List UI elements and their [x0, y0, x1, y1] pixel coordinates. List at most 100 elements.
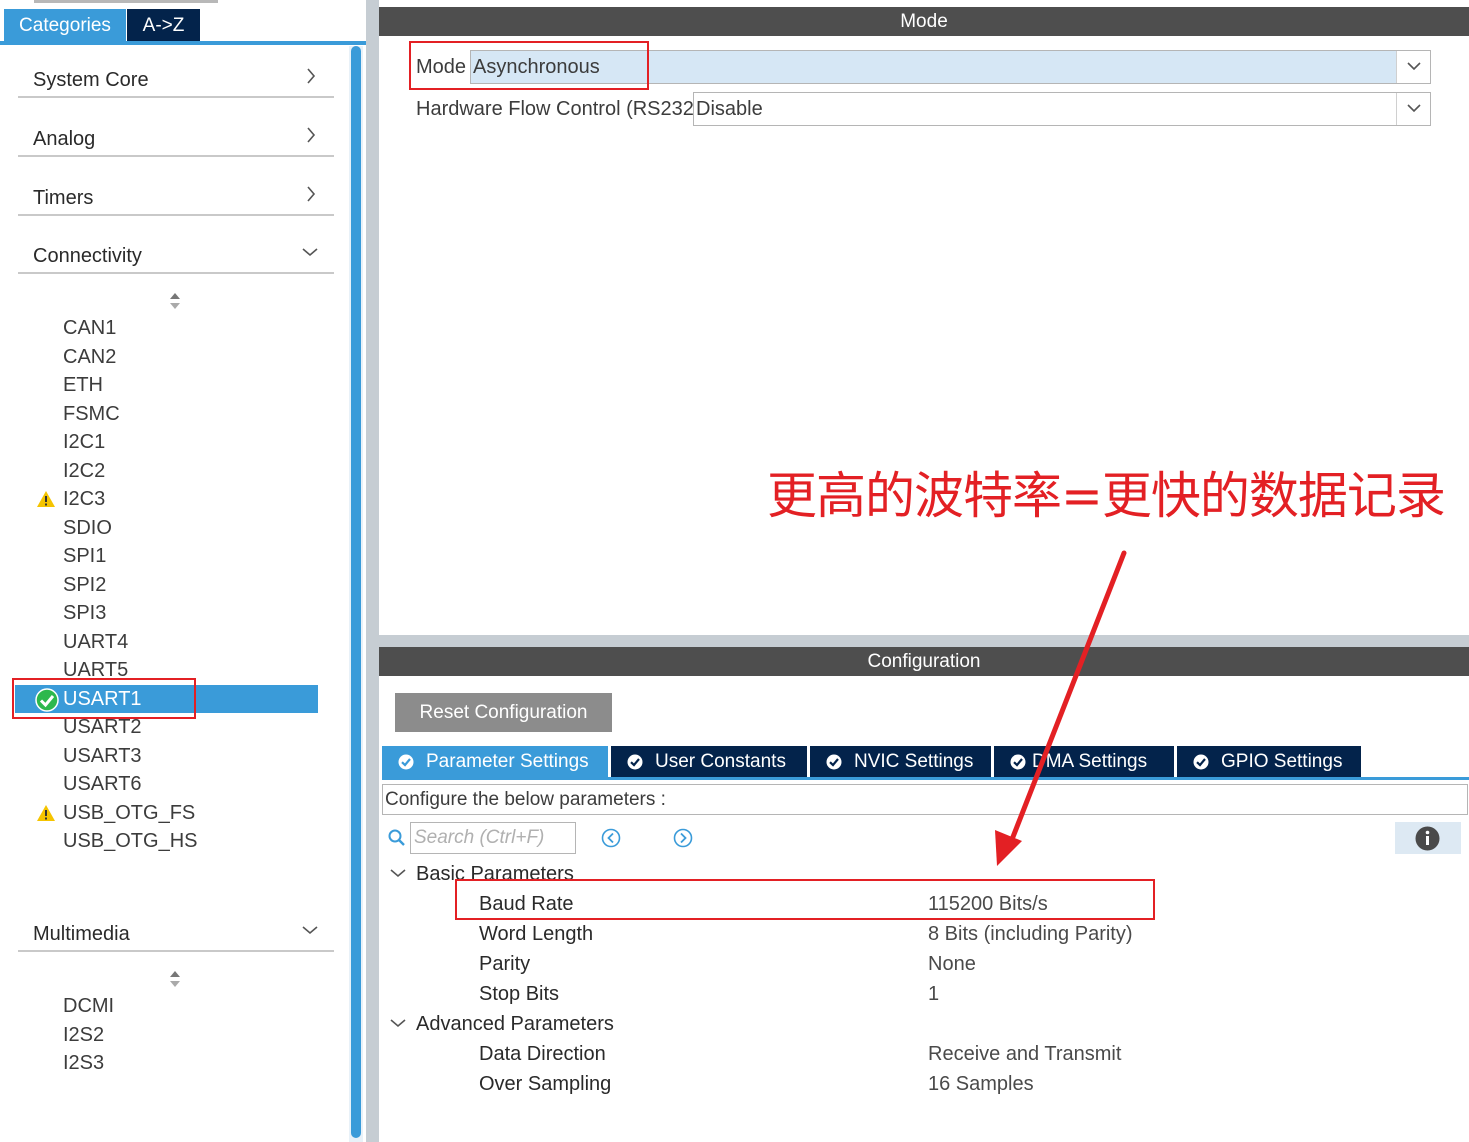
- tab-categories[interactable]: Categories: [4, 9, 126, 42]
- configure-hint: Configure the below parameters :: [382, 784, 1468, 815]
- item-label: SPI3: [63, 602, 107, 624]
- search-input[interactable]: Search (Ctrl+F): [410, 822, 576, 854]
- left-top-divider: [34, 0, 218, 3]
- chevron-down-icon[interactable]: [390, 1018, 406, 1028]
- search-icon[interactable]: [388, 829, 406, 847]
- right-panel: Mode Mode Asynchronous Hardware Flow Con…: [379, 0, 1469, 1142]
- tab-label: User Constants: [655, 751, 786, 772]
- mode-section-title: Mode: [379, 7, 1469, 36]
- param-value-over-sampling[interactable]: 16 Samples: [928, 1069, 1034, 1099]
- check-circle-icon: [627, 754, 643, 770]
- list-item-usart3[interactable]: USART3: [0, 742, 340, 771]
- item-label: FSMC: [63, 402, 120, 425]
- param-value-stop-bits[interactable]: 1: [928, 979, 939, 1009]
- item-label: I2C1: [63, 431, 106, 453]
- flow-control-label: Hardware Flow Control (RS232): [416, 98, 701, 120]
- check-circle-icon: [1010, 754, 1026, 770]
- chevron-right-icon: [307, 68, 316, 84]
- group-analog[interactable]: Analog: [18, 117, 334, 157]
- group-label: Timers: [33, 187, 94, 209]
- info-icon: [1415, 826, 1440, 851]
- group-connectivity[interactable]: Connectivity: [18, 234, 334, 274]
- next-result-icon[interactable]: [673, 828, 693, 848]
- tab-dma-settings[interactable]: DMA Settings: [994, 746, 1174, 777]
- chevron-down-icon: [1407, 62, 1421, 71]
- param-value-word-length[interactable]: 8 Bits (including Parity): [928, 919, 1133, 949]
- list-item-dcmi[interactable]: DCMI: [0, 992, 340, 1021]
- chevron-down-icon[interactable]: [390, 868, 406, 878]
- configuration-section-title: Configuration: [379, 647, 1469, 676]
- list-item-can1[interactable]: CAN1: [0, 314, 340, 343]
- list-item-sdio[interactable]: SDIO: [0, 514, 340, 543]
- group-system-core[interactable]: System Core: [18, 58, 334, 98]
- group-multimedia[interactable]: Multimedia: [18, 912, 334, 952]
- multimedia-list: DCMI I2S2 I2S3: [0, 992, 340, 1078]
- tab-label: Parameter Settings: [426, 751, 589, 772]
- chevron-down-icon: [302, 248, 318, 257]
- scrollbar-thumb[interactable]: [351, 46, 361, 1138]
- check-circle-icon: [398, 754, 414, 770]
- list-item-i2s3[interactable]: I2S3: [0, 1049, 340, 1078]
- dropdown-button[interactable]: [1396, 93, 1430, 125]
- reset-configuration-button[interactable]: Reset Configuration: [395, 693, 612, 732]
- section-splitter[interactable]: [379, 635, 1469, 647]
- tabs-underline: [382, 777, 1469, 780]
- list-item-can2[interactable]: CAN2: [0, 343, 340, 372]
- info-button[interactable]: [1395, 822, 1461, 854]
- param-value-data-direction[interactable]: Receive and Transmit: [928, 1039, 1121, 1069]
- tab-nvic-settings[interactable]: NVIC Settings: [810, 746, 991, 777]
- tab-parameter-settings[interactable]: Parameter Settings: [382, 746, 608, 777]
- list-item-fsmc[interactable]: FSMC: [0, 400, 340, 429]
- sort-icon[interactable]: [168, 970, 182, 988]
- annotation-box-usart1: [12, 678, 196, 719]
- list-item-i2c1[interactable]: I2C1: [0, 428, 340, 457]
- param-name-over-sampling: Over Sampling: [479, 1073, 612, 1095]
- list-item-usb-otg-hs[interactable]: USB_OTG_HS: [0, 827, 340, 856]
- list-item-spi3[interactable]: SPI3: [0, 599, 340, 628]
- annotation-box-baud-rate: [455, 879, 1155, 920]
- tab-label: NVIC Settings: [854, 751, 974, 772]
- item-label: UART4: [63, 630, 129, 653]
- group-timers[interactable]: Timers: [18, 176, 334, 216]
- flow-control-row: Hardware Flow Control (RS232) Disable: [409, 92, 1431, 126]
- group-label: Multimedia: [33, 923, 130, 945]
- advanced-parameters-header[interactable]: Advanced Parameters: [416, 1009, 614, 1039]
- item-label: DCMI: [63, 995, 115, 1017]
- check-circle-icon: [1193, 754, 1209, 770]
- sort-icon[interactable]: [168, 292, 182, 310]
- connectivity-list: CAN1 CAN2 ETH FSMC I2C1 I2C2 I2C3 SDIO S…: [0, 314, 340, 856]
- list-item-spi2[interactable]: SPI2: [0, 571, 340, 600]
- item-label: I2C3: [63, 488, 106, 510]
- group-label: Analog: [33, 128, 96, 150]
- list-item-usb-otg-fs[interactable]: USB_OTG_FS: [0, 799, 340, 828]
- item-label: USART2: [63, 716, 142, 738]
- item-label: USART6: [63, 773, 142, 795]
- warning-icon: [37, 491, 55, 507]
- tab-label: DMA Settings: [1032, 751, 1148, 772]
- annotation-box-mode: [409, 41, 649, 90]
- list-item-i2s2[interactable]: I2S2: [0, 1021, 340, 1050]
- tab-a-to-z[interactable]: A->Z: [127, 9, 200, 42]
- tab-gpio-settings[interactable]: GPIO Settings: [1177, 746, 1361, 777]
- chevron-down-icon: [302, 926, 318, 935]
- chevron-right-icon: [307, 186, 316, 202]
- check-circle-icon: [826, 754, 842, 770]
- list-item-uart4[interactable]: UART4: [0, 628, 340, 657]
- list-item-i2c3[interactable]: I2C3: [0, 485, 340, 514]
- tab-label: GPIO Settings: [1221, 751, 1343, 772]
- param-value-parity[interactable]: None: [928, 949, 976, 979]
- item-label: SPI1: [63, 545, 107, 567]
- tab-user-constants[interactable]: User Constants: [611, 746, 807, 777]
- previous-result-icon[interactable]: [601, 828, 621, 848]
- list-item-usart6[interactable]: USART6: [0, 770, 340, 799]
- panel-divider[interactable]: [366, 0, 379, 1142]
- list-item-eth[interactable]: ETH: [0, 371, 340, 400]
- item-label: I2S3: [63, 1052, 105, 1074]
- group-label: Connectivity: [33, 245, 142, 267]
- list-item-spi1[interactable]: SPI1: [0, 542, 340, 571]
- param-name-word-length: Word Length: [479, 923, 594, 945]
- dropdown-button[interactable]: [1396, 51, 1430, 83]
- list-item-i2c2[interactable]: I2C2: [0, 457, 340, 486]
- flow-control-select[interactable]: Disable: [693, 92, 1431, 126]
- item-label: USB_OTG_FS: [63, 801, 196, 824]
